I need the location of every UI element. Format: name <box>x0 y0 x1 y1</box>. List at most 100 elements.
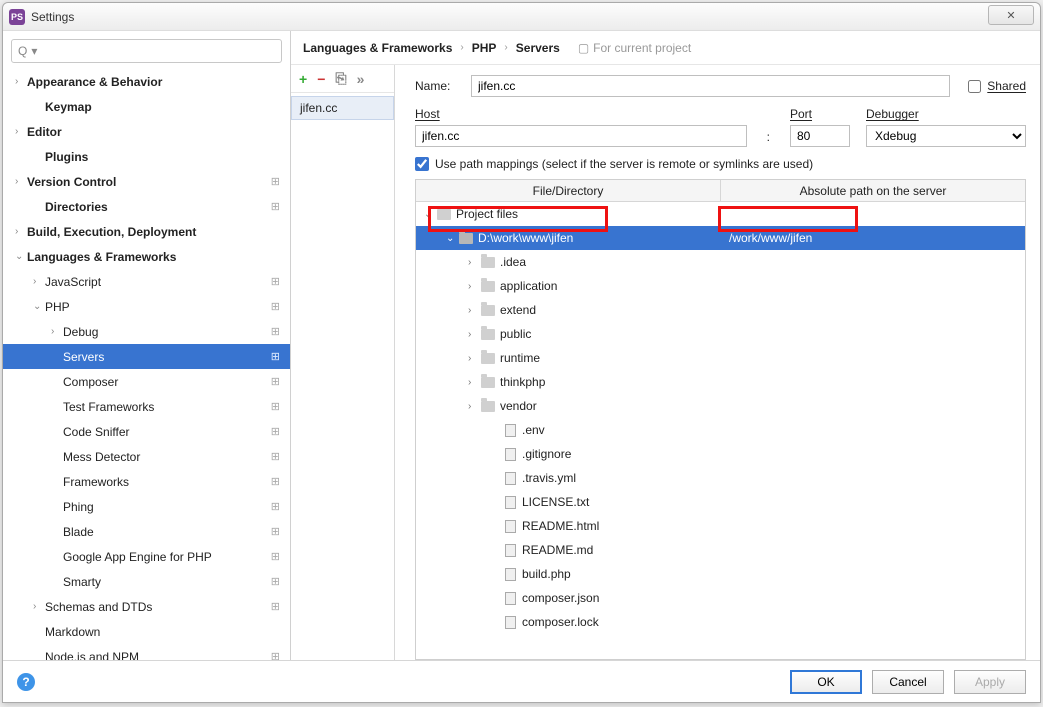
scope-indicator: ▢For current project <box>578 41 691 55</box>
file-icon <box>505 448 516 461</box>
file-row[interactable]: ›vendor <box>416 394 1025 418</box>
file-row[interactable]: ⌄D:\work\www\jifen/work/www/jifen <box>416 226 1025 250</box>
file-row[interactable]: composer.lock <box>416 610 1025 634</box>
file-row[interactable]: .travis.yml <box>416 466 1025 490</box>
chevron-icon: › <box>33 276 45 287</box>
tree-item-schemas-and-dtds[interactable]: ›Schemas and DTDs⊞ <box>3 594 290 619</box>
remove-icon[interactable]: − <box>317 71 325 87</box>
tree-item-directories[interactable]: Directories⊞ <box>3 194 290 219</box>
apply-button[interactable]: Apply <box>954 670 1026 694</box>
file-row[interactable]: .env <box>416 418 1025 442</box>
chevron-icon: › <box>15 76 27 87</box>
file-icon <box>505 472 516 485</box>
search-icon: Q <box>18 44 27 58</box>
window-title: Settings <box>31 10 74 24</box>
cancel-button[interactable]: Cancel <box>872 670 944 694</box>
tree-item-appearance-behavior[interactable]: ›Appearance & Behavior <box>3 69 290 94</box>
file-row[interactable]: ›thinkphp <box>416 370 1025 394</box>
help-icon[interactable]: ? <box>17 673 35 691</box>
file-icon <box>505 616 516 629</box>
tree-item-test-frameworks[interactable]: Test Frameworks⊞ <box>3 394 290 419</box>
tree-item-javascript[interactable]: ›JavaScript⊞ <box>3 269 290 294</box>
project-scope-icon: ⊞ <box>271 350 280 363</box>
chevron-icon: ⌄ <box>15 251 27 262</box>
tree-item-blade[interactable]: Blade⊞ <box>3 519 290 544</box>
project-scope-icon: ⊞ <box>271 450 280 463</box>
file-row[interactable]: .gitignore <box>416 442 1025 466</box>
name-label: Name: <box>415 79 463 93</box>
tree-item-servers[interactable]: Servers⊞ <box>3 344 290 369</box>
project-icon: ▢ <box>578 41 589 55</box>
ok-button[interactable]: OK <box>790 670 862 694</box>
chevron-icon: › <box>15 126 27 137</box>
name-input[interactable] <box>471 75 950 97</box>
tree-item-frameworks[interactable]: Frameworks⊞ <box>3 469 290 494</box>
host-input[interactable] <box>415 125 747 147</box>
project-scope-icon: ⊞ <box>271 275 280 288</box>
file-row[interactable]: README.md <box>416 538 1025 562</box>
chevron-icon: › <box>51 326 63 337</box>
file-row[interactable]: ›public <box>416 322 1025 346</box>
project-scope-icon: ⊞ <box>271 600 280 613</box>
copy-icon[interactable]: ⎘ <box>335 70 346 87</box>
chevron-right-icon: › <box>460 42 463 53</box>
file-row[interactable]: ›extend <box>416 298 1025 322</box>
project-scope-icon: ⊞ <box>271 500 280 513</box>
chevron-icon: ⌄ <box>424 209 436 220</box>
chevron-icon: › <box>468 257 480 268</box>
crumb-php[interactable]: PHP <box>472 41 497 55</box>
file-row[interactable]: ›application <box>416 274 1025 298</box>
tree-item-keymap[interactable]: Keymap <box>3 94 290 119</box>
file-row[interactable]: build.php <box>416 562 1025 586</box>
project-scope-icon: ⊞ <box>271 425 280 438</box>
debugger-select[interactable]: Xdebug <box>866 125 1026 147</box>
crumb-frameworks[interactable]: Languages & Frameworks <box>303 41 452 55</box>
tree-item-google-app-engine-for-php[interactable]: Google App Engine for PHP⊞ <box>3 544 290 569</box>
host-label: Host <box>415 107 747 121</box>
chevron-right-icon: › <box>504 42 507 53</box>
folder-icon <box>481 401 495 412</box>
tree-item-composer[interactable]: Composer⊞ <box>3 369 290 394</box>
chevron-icon: › <box>468 377 480 388</box>
file-row[interactable]: README.html <box>416 514 1025 538</box>
file-row[interactable]: ›.idea <box>416 250 1025 274</box>
settings-tree[interactable]: ›Appearance & BehaviorKeymap›EditorPlugi… <box>3 69 290 660</box>
close-button[interactable]: ✕ <box>988 5 1034 25</box>
port-input[interactable] <box>790 125 850 147</box>
search-input[interactable]: Q ▾ <box>11 39 282 63</box>
path-mappings-table[interactable]: File/Directory Absolute path on the serv… <box>415 179 1026 660</box>
path-mappings-checkbox[interactable]: Use path mappings (select if the server … <box>415 157 1026 171</box>
tree-item-version-control[interactable]: ›Version Control⊞ <box>3 169 290 194</box>
tree-item-build-execution-deployment[interactable]: ›Build, Execution, Deployment <box>3 219 290 244</box>
tree-item-php[interactable]: ⌄PHP⊞ <box>3 294 290 319</box>
tree-item-markdown[interactable]: Markdown <box>3 619 290 644</box>
shared-checkbox[interactable]: Shared <box>968 79 1026 93</box>
chevron-icon: › <box>33 601 45 612</box>
more-icon[interactable]: » <box>357 71 365 87</box>
tree-item-code-sniffer[interactable]: Code Sniffer⊞ <box>3 419 290 444</box>
file-row[interactable]: ⌄Project files <box>416 202 1025 226</box>
project-scope-icon: ⊞ <box>271 175 280 188</box>
tree-item-phing[interactable]: Phing⊞ <box>3 494 290 519</box>
tree-item-node-js-and-npm[interactable]: Node.js and NPM⊞ <box>3 644 290 660</box>
tree-item-plugins[interactable]: Plugins <box>3 144 290 169</box>
file-row[interactable]: LICENSE.txt <box>416 490 1025 514</box>
app-icon: PS <box>9 9 25 25</box>
project-scope-icon: ⊞ <box>271 475 280 488</box>
file-icon <box>505 424 516 437</box>
chevron-icon: ⌄ <box>33 301 45 312</box>
file-row[interactable]: ›runtime <box>416 346 1025 370</box>
tree-item-debug[interactable]: ›Debug⊞ <box>3 319 290 344</box>
titlebar[interactable]: PS Settings ✕ <box>3 3 1040 31</box>
tree-item-mess-detector[interactable]: Mess Detector⊞ <box>3 444 290 469</box>
folder-icon <box>481 257 495 268</box>
add-icon[interactable]: + <box>299 71 307 87</box>
project-scope-icon: ⊞ <box>271 375 280 388</box>
file-row[interactable]: composer.json <box>416 586 1025 610</box>
tree-item-languages-frameworks[interactable]: ⌄Languages & Frameworks <box>3 244 290 269</box>
tree-item-editor[interactable]: ›Editor <box>3 119 290 144</box>
folder-icon <box>481 329 495 340</box>
chevron-icon: ⌄ <box>446 233 458 244</box>
server-list-item[interactable]: jifen.cc <box>291 96 394 120</box>
tree-item-smarty[interactable]: Smarty⊞ <box>3 569 290 594</box>
